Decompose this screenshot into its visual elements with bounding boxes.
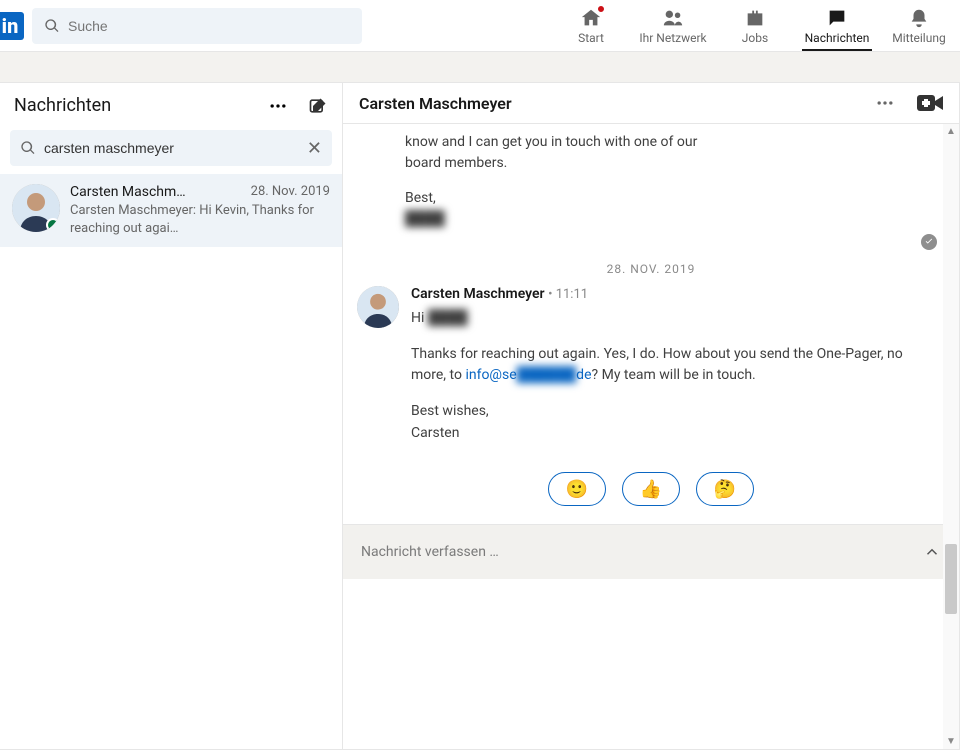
nav-jobs-label: Jobs xyxy=(742,31,768,45)
briefcase-icon xyxy=(743,7,767,29)
prior-message-fragment: know and I can get you in touch with one… xyxy=(343,128,959,254)
scroll-down-icon[interactable]: ▼ xyxy=(946,736,956,747)
msg-text: board members. xyxy=(405,155,507,171)
nav-network[interactable]: Ihr Netzwerk xyxy=(632,0,714,51)
reaction-smile-button[interactable]: 🙂 xyxy=(548,472,606,506)
chevron-up-icon[interactable] xyxy=(923,543,941,561)
presence-indicator xyxy=(46,218,60,232)
reaction-thinking-button[interactable]: 🤔 xyxy=(696,472,754,506)
nav-home[interactable]: Start xyxy=(550,0,632,51)
message-composer[interactable]: Nachricht verfassen … xyxy=(343,525,959,579)
thread-title: Carsten Maschmeyer xyxy=(359,94,512,113)
message-body: Hi ████ Thanks for reaching out again. Y… xyxy=(411,308,907,444)
search-icon xyxy=(20,140,36,156)
message-sender: Carsten Maschmeyer xyxy=(411,286,545,302)
msg-text: Best, xyxy=(405,190,436,206)
conversation-search[interactable]: ✕ xyxy=(10,130,332,166)
more-icon[interactable] xyxy=(268,96,288,116)
primary-nav: Start Ihr Netzwerk Jobs Nachrichten Mitt… xyxy=(550,0,960,51)
nav-messaging-label: Nachrichten xyxy=(805,31,870,45)
people-icon xyxy=(661,7,685,29)
clear-search-icon[interactable]: ✕ xyxy=(307,138,322,159)
msg-text: ? My team will be in touch. xyxy=(592,367,756,383)
nav-jobs[interactable]: Jobs xyxy=(714,0,796,51)
avatar[interactable] xyxy=(357,286,399,328)
nav-notifications[interactable]: Mitteilung xyxy=(878,0,960,51)
thread-panel: Carsten Maschmeyer know and I can get yo… xyxy=(343,82,960,750)
messaging-main: Nachrichten ✕ xyxy=(0,52,960,750)
video-call-icon[interactable] xyxy=(917,93,943,113)
avatar xyxy=(12,184,60,232)
msg-text: Carsten xyxy=(411,425,459,441)
msg-text: know and I can get you in touch with one… xyxy=(405,134,697,150)
scrollbar-thumb[interactable] xyxy=(945,544,957,614)
thread-scroll-area[interactable]: know and I can get you in touch with one… xyxy=(343,124,959,749)
more-icon[interactable] xyxy=(875,93,895,113)
global-search[interactable] xyxy=(32,8,362,44)
conversation-date: 28. Nov. 2019 xyxy=(251,184,330,200)
global-search-input[interactable] xyxy=(68,18,350,34)
msg-text: Hi xyxy=(411,310,428,326)
nav-network-label: Ihr Netzwerk xyxy=(639,31,706,45)
reaction-bar: 🙂 👍 🤔 xyxy=(343,458,959,525)
scroll-up-icon[interactable]: ▲ xyxy=(946,126,956,137)
date-separator: 28. NOV. 2019 xyxy=(343,254,959,286)
nav-notifications-label: Mitteilung xyxy=(892,31,945,45)
nav-messaging[interactable]: Nachrichten xyxy=(796,0,878,51)
message-header: Carsten Maschmeyer • 11:11 xyxy=(411,286,907,302)
email-link[interactable]: info@se██████de xyxy=(465,367,591,383)
conversation-item[interactable]: Carsten Maschm… 28. Nov. 2019 Carsten Ma… xyxy=(0,174,342,247)
chat-icon xyxy=(825,7,849,29)
conversation-search-input[interactable] xyxy=(44,140,299,156)
msg-text: Best wishes, xyxy=(411,403,489,419)
nav-home-label: Start xyxy=(578,31,604,45)
message-time: 11:11 xyxy=(556,287,588,302)
message-item: Carsten Maschmeyer • 11:11 Hi ████ Thank… xyxy=(343,286,959,458)
conversation-preview: Carsten Maschmeyer: Hi Kevin, Thanks for… xyxy=(70,202,330,237)
redacted-name: ████ xyxy=(428,310,468,326)
read-receipt-icon xyxy=(921,234,937,250)
linkedin-logo[interactable]: in xyxy=(0,12,24,40)
conversation-list-title: Nachrichten xyxy=(14,95,111,116)
global-header: in Start Ihr Netzwerk Jobs xyxy=(0,0,960,52)
composer-placeholder[interactable]: Nachricht verfassen … xyxy=(361,544,913,560)
home-badge xyxy=(596,4,606,14)
conversation-list-header: Nachrichten xyxy=(0,83,342,126)
scrollbar[interactable]: ▲ ▼ xyxy=(943,124,959,749)
conversation-list-panel: Nachrichten ✕ xyxy=(0,82,343,750)
thread-header: Carsten Maschmeyer xyxy=(343,83,959,124)
compose-icon[interactable] xyxy=(308,96,328,116)
search-icon xyxy=(44,18,68,34)
bell-icon xyxy=(907,7,931,29)
conversation-name: Carsten Maschm… xyxy=(70,184,186,200)
reaction-thumbs-button[interactable]: 👍 xyxy=(622,472,680,506)
redacted-name: ████ xyxy=(405,211,445,227)
